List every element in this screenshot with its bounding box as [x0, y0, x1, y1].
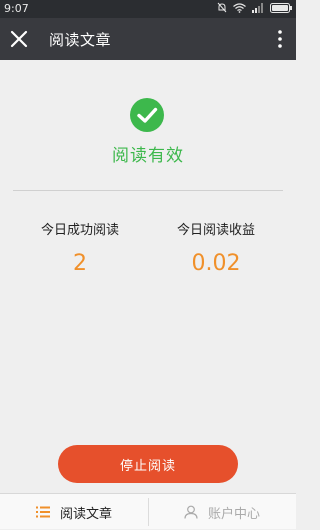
- status-bar: 9:07: [0, 0, 296, 18]
- tab-label: 阅读文章: [59, 506, 112, 522]
- check-circle-icon: [130, 98, 164, 132]
- user-icon: [184, 505, 198, 519]
- status-icons: [217, 2, 292, 13]
- today-earnings-stat: 今日阅读收益 0.02: [142, 219, 290, 276]
- more-vertical-icon[interactable]: [276, 28, 284, 50]
- today-success-stat: 今日成功阅读 2: [6, 219, 154, 276]
- status-time: 9:07: [4, 2, 29, 15]
- tab-label: 账户中心: [207, 506, 260, 522]
- tab-account-center[interactable]: 账户中心: [148, 494, 296, 530]
- battery-icon: [270, 2, 292, 13]
- today-earnings-label: 今日阅读收益: [176, 223, 255, 238]
- today-success-value: 2: [73, 251, 87, 276]
- tab-bar: 阅读文章 账户中心: [0, 493, 296, 529]
- today-earnings-value: 0.02: [191, 251, 241, 276]
- stop-reading-button[interactable]: 停止阅读: [58, 445, 238, 483]
- read-valid-text: 阅读有效: [112, 146, 184, 166]
- tab-read-articles[interactable]: 阅读文章: [0, 494, 148, 530]
- close-icon[interactable]: [8, 28, 30, 50]
- list-icon: [35, 506, 50, 518]
- mute-icon: [217, 2, 227, 13]
- page-title: 阅读文章: [49, 31, 112, 49]
- today-success-label: 今日成功阅读: [40, 223, 119, 238]
- signal-icon: [252, 2, 263, 13]
- divider: [13, 190, 283, 191]
- wifi-icon: [233, 2, 246, 13]
- app-bar: 阅读文章: [0, 18, 296, 60]
